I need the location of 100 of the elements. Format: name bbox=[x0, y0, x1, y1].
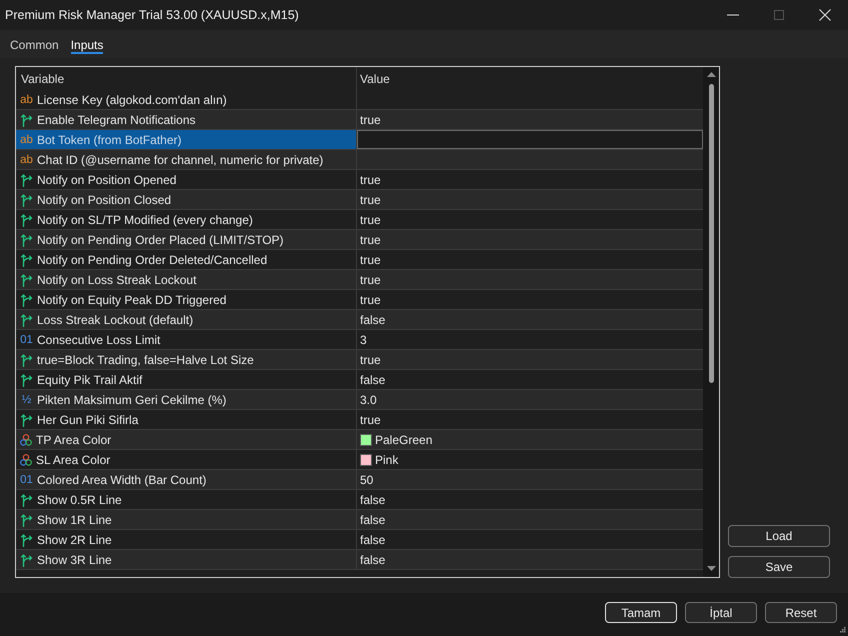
value-text: false bbox=[360, 512, 386, 526]
tab[interactable]: Common bbox=[10, 30, 59, 54]
text-type-icon: ab bbox=[20, 94, 33, 106]
table-row[interactable]: 01 Consecutive Loss Limit 3 bbox=[16, 330, 703, 350]
three-rings-icon bbox=[20, 454, 32, 466]
value-text: 3 bbox=[360, 332, 367, 346]
integer-type-icon: 01 bbox=[20, 334, 33, 346]
column-header: Value bbox=[359, 71, 391, 88]
value-text: false bbox=[360, 372, 386, 386]
variable-name: Show 1R Line bbox=[37, 512, 112, 526]
table-row[interactable]: Notify on Pending Order Deleted/Cancelled true bbox=[16, 250, 703, 270]
table-row[interactable]: Notify on Pending Order Placed (LIMIT/STOP) true bbox=[16, 230, 703, 250]
cancel-button[interactable]: İptal bbox=[685, 602, 757, 623]
variable-name: SL Area Color bbox=[36, 452, 110, 466]
table-row[interactable]: Show 0.5R Line false bbox=[16, 490, 703, 510]
minimize-icon[interactable] bbox=[727, 14, 739, 16]
value-text: true bbox=[360, 352, 381, 366]
variable-name: Show 3R Line bbox=[37, 552, 112, 566]
value-text: true bbox=[360, 292, 381, 306]
branch-arrow-icon bbox=[20, 312, 33, 326]
scrollbar[interactable] bbox=[703, 67, 719, 577]
branch-arrow-icon bbox=[20, 192, 33, 206]
decimal-type-icon: ½ bbox=[20, 394, 33, 406]
variable-name: true=Block Trading, false=Halve Lot Size bbox=[37, 352, 254, 366]
tab[interactable]: Inputs bbox=[70, 30, 104, 54]
value-text: true bbox=[360, 252, 381, 266]
branch-arrow-icon bbox=[20, 512, 33, 526]
variable-name: Notify on Equity Peak DD Triggered bbox=[37, 292, 226, 306]
value-text: false bbox=[360, 552, 386, 566]
branch-arrow-icon bbox=[20, 412, 33, 426]
variable-name: Enable Telegram Notifications bbox=[37, 112, 196, 126]
table-row[interactable]: Notify on Position Opened true bbox=[16, 170, 703, 190]
table-row[interactable]: true=Block Trading, false=Halve Lot Size true bbox=[16, 350, 703, 370]
table-row[interactable]: Notify on SL/TP Modified (every change) true bbox=[16, 210, 703, 230]
variable-name: TP Area Color bbox=[36, 432, 112, 446]
branch-arrow-icon bbox=[20, 492, 33, 506]
branch-arrow-icon bbox=[20, 352, 33, 366]
table-row[interactable]: TP Area Color PaleGreen bbox=[16, 430, 703, 450]
text-type-icon: ab bbox=[20, 154, 33, 166]
close-icon[interactable] bbox=[819, 9, 831, 21]
variable-name: Show 2R Line bbox=[37, 532, 112, 546]
table-row[interactable]: 01 Colored Area Width (Bar Count) 50 bbox=[16, 470, 703, 490]
table-row[interactable]: Notify on Position Closed true bbox=[16, 190, 703, 210]
branch-arrow-icon bbox=[20, 112, 33, 126]
table-row[interactable]: Notify on Equity Peak DD Triggered true bbox=[16, 290, 703, 310]
save-button[interactable]: Save bbox=[728, 556, 830, 578]
table-row[interactable]: Show 3R Line false bbox=[16, 550, 703, 570]
value-text: true bbox=[360, 212, 381, 226]
reset-button[interactable]: Reset bbox=[765, 602, 837, 623]
table-row[interactable]: ab Bot Token (from BotFather) bbox=[16, 130, 703, 150]
window-title: Premium Risk Manager Trial 53.00 (XAUUSD.x,M15) bbox=[4, 8, 300, 22]
variable-name: Pikten Maksimum Geri Cekilme (%) bbox=[37, 392, 226, 406]
branch-arrow-icon bbox=[20, 272, 33, 286]
three-rings-icon bbox=[20, 434, 32, 446]
variable-name: Notify on Loss Streak Lockout bbox=[37, 272, 196, 286]
table-row[interactable]: ½ Pikten Maksimum Geri Cekilme (%) 3.0 bbox=[16, 390, 703, 410]
variable-name: Colored Area Width (Bar Count) bbox=[37, 472, 206, 486]
value-text: PaleGreen bbox=[375, 432, 432, 446]
branch-arrow-icon bbox=[20, 232, 33, 246]
table-row[interactable]: Her Gun Piki Sifirla true bbox=[16, 410, 703, 430]
branch-arrow-icon bbox=[20, 552, 33, 566]
table-row[interactable]: Notify on Loss Streak Lockout true bbox=[16, 270, 703, 290]
resize-grip-icon[interactable] bbox=[839, 626, 846, 633]
variable-name: License Key (algokod.com'dan alın) bbox=[37, 92, 227, 106]
value-text: true bbox=[360, 272, 381, 286]
scroll-down-icon[interactable] bbox=[706, 566, 716, 571]
variable-name: Her Gun Piki Sifirla bbox=[37, 412, 138, 426]
table-row[interactable]: Enable Telegram Notifications true bbox=[16, 110, 703, 130]
variable-name: Consecutive Loss Limit bbox=[37, 332, 160, 346]
variable-name: Notify on Position Opened bbox=[37, 172, 176, 186]
table-row[interactable]: SL Area Color Pink bbox=[16, 450, 703, 470]
value-text: true bbox=[360, 112, 381, 126]
variable-name: Notify on Pending Order Placed (LIMIT/STOP) bbox=[37, 232, 284, 246]
table-row[interactable]: Loss Streak Lockout (default) false bbox=[16, 310, 703, 330]
value-text: true bbox=[360, 172, 381, 186]
table-row[interactable]: Equity Pik Trail Aktif false bbox=[16, 370, 703, 390]
value-text: false bbox=[360, 312, 386, 326]
integer-type-icon: 01 bbox=[20, 474, 33, 486]
value-input[interactable] bbox=[357, 130, 703, 149]
branch-arrow-icon bbox=[20, 212, 33, 226]
branch-arrow-icon bbox=[20, 532, 33, 546]
value-text: false bbox=[360, 532, 386, 546]
value-text: 3.0 bbox=[360, 392, 377, 406]
text-type-icon: ab bbox=[20, 134, 33, 146]
table-row[interactable]: Show 2R Line false bbox=[16, 530, 703, 550]
ok-button[interactable]: Tamam bbox=[605, 602, 677, 623]
branch-arrow-icon bbox=[20, 292, 33, 306]
variable-name: Bot Token (from BotFather) bbox=[37, 132, 182, 146]
value-text: true bbox=[360, 232, 381, 246]
branch-arrow-icon bbox=[20, 172, 33, 186]
variable-name: Notify on SL/TP Modified (every change) bbox=[37, 212, 253, 226]
table-row[interactable]: Show 1R Line false bbox=[16, 510, 703, 530]
scrollbar-thumb[interactable] bbox=[708, 84, 714, 383]
variable-name: Chat ID (@username for channel, numeric for private) bbox=[37, 152, 324, 166]
table-row[interactable]: ab License Key (algokod.com'dan alın) bbox=[16, 90, 703, 110]
load-button[interactable]: Load bbox=[728, 525, 830, 547]
branch-arrow-icon bbox=[20, 252, 33, 266]
table-row[interactable]: ab Chat ID (@username for channel, numeric for private) bbox=[16, 150, 703, 170]
value-text: true bbox=[360, 412, 381, 426]
scroll-up-icon[interactable] bbox=[706, 72, 716, 77]
